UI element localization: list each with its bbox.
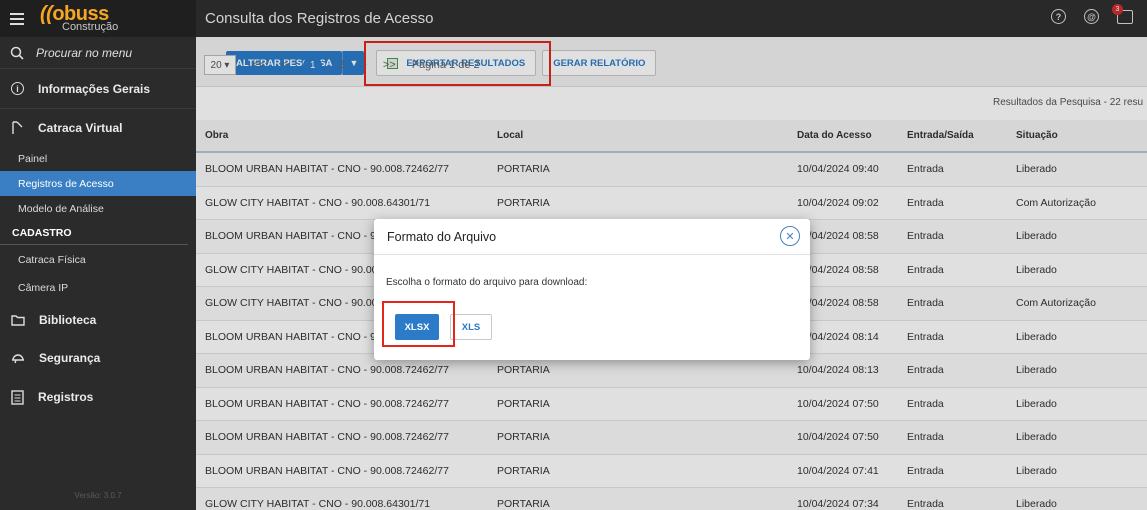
sidebar-item-biblioteca[interactable]: Biblioteca bbox=[0, 301, 196, 339]
sidebar-subitem-catraca-fisica[interactable]: Catraca Física bbox=[0, 245, 196, 275]
sidebar-subitem-painel[interactable]: Painel bbox=[0, 146, 196, 171]
info-icon: i bbox=[11, 82, 24, 95]
sidebar-item-label: Catraca Virtual bbox=[38, 120, 123, 135]
sidebar-item-label: Biblioteca bbox=[39, 313, 97, 327]
xls-button[interactable]: XLS bbox=[450, 314, 492, 340]
logo: ((obuss Construção bbox=[40, 3, 119, 33]
sidebar-item-registros[interactable]: Registros bbox=[0, 377, 196, 417]
modal-title: Formato do Arquivo bbox=[374, 219, 810, 255]
helmet-icon bbox=[12, 354, 24, 364]
menu-search-placeholder: Procurar no menu bbox=[36, 45, 133, 60]
sidebar-header: ((obuss Construção bbox=[0, 0, 196, 37]
sidebar-item-label: Segurança bbox=[39, 351, 101, 365]
sidebar-item-label: Informações Gerais bbox=[38, 81, 151, 96]
sidebar: ((obuss Construção Procurar no menu i In… bbox=[0, 0, 196, 510]
sidebar-subitem-registros-acesso[interactable]: Registros de Acesso bbox=[0, 171, 196, 196]
sidebar-item-catraca[interactable]: Catraca Virtual bbox=[0, 108, 196, 146]
sidebar-item-informacoes[interactable]: i Informações Gerais bbox=[0, 69, 196, 108]
turnstile-icon bbox=[12, 120, 23, 134]
modal-prompt: Escolha o formato do arquivo para downlo… bbox=[386, 277, 588, 288]
folder-icon bbox=[11, 315, 25, 326]
sidebar-subitem-camera-ip[interactable]: Câmera IP bbox=[0, 275, 196, 301]
highlight-box bbox=[382, 301, 455, 347]
sidebar-item-label: Registros bbox=[38, 390, 94, 404]
sidebar-subitem-modelo-analise[interactable]: Modelo de Análise bbox=[0, 196, 196, 221]
version-label: Versão: 3.0.7 bbox=[74, 491, 122, 500]
menu-icon[interactable] bbox=[10, 12, 24, 25]
search-icon bbox=[10, 46, 24, 60]
sidebar-category-cadastro: CADASTRO bbox=[0, 221, 188, 245]
logo-subtitle: Construção bbox=[62, 21, 119, 33]
close-icon[interactable]: ✕ bbox=[780, 226, 800, 246]
menu-search[interactable]: Procurar no menu bbox=[0, 37, 196, 69]
document-icon bbox=[11, 389, 24, 405]
sidebar-item-seguranca[interactable]: Segurança bbox=[0, 339, 196, 377]
